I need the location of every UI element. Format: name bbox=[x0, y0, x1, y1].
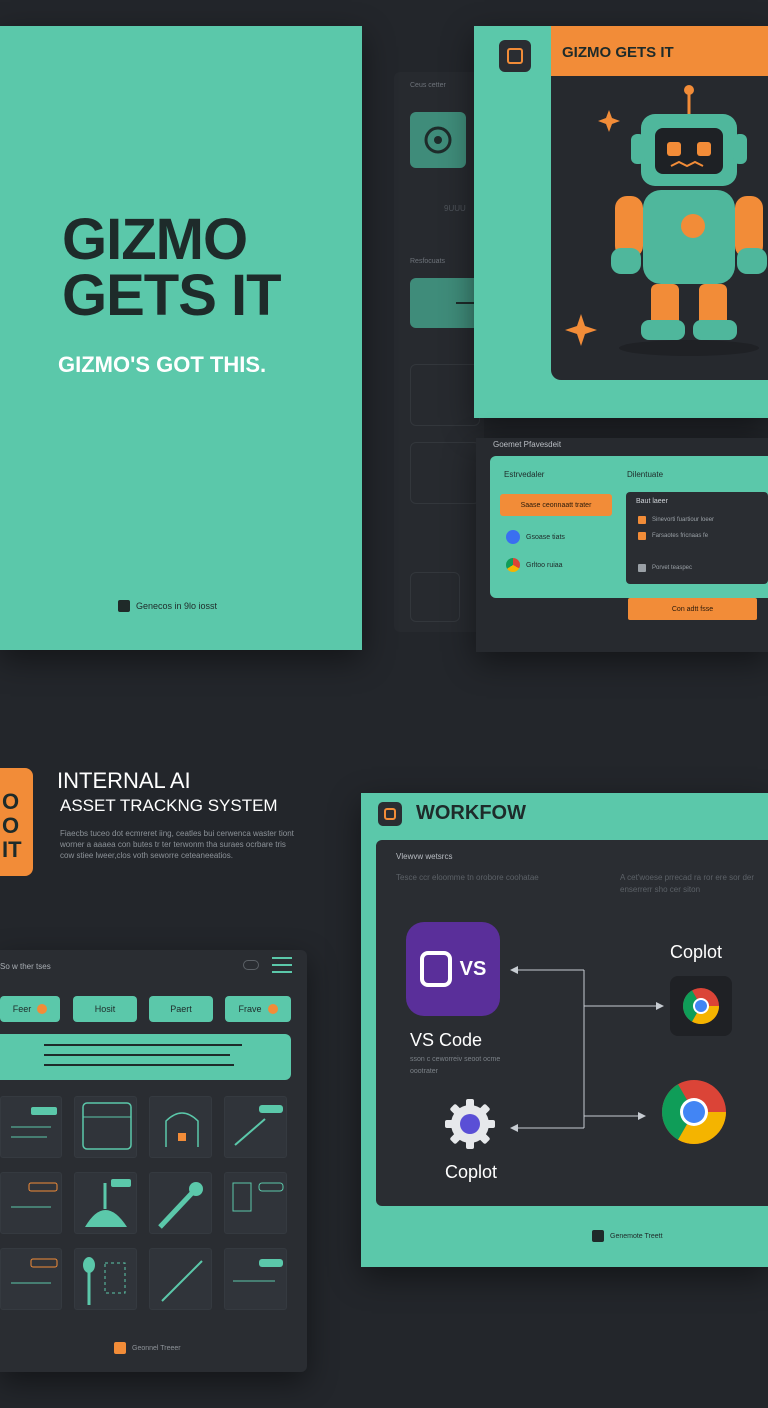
tab-label: Hosit bbox=[94, 1004, 116, 1014]
asset-footer: Geonnel Treeer bbox=[114, 1342, 181, 1354]
asset-tile[interactable] bbox=[149, 1248, 212, 1310]
cover-footer-text: Genecos in 9lo iosst bbox=[136, 601, 218, 611]
home-icon bbox=[114, 1342, 126, 1354]
asset-tile[interactable] bbox=[224, 1248, 287, 1310]
workflow-footer-text: Genemote Treett bbox=[610, 1232, 663, 1240]
config-label: Goemet Pfavesdeit bbox=[493, 440, 562, 449]
cover-footer: Genecos in 9lo iosst bbox=[118, 600, 217, 612]
list-item-label: Porvet teaspec bbox=[652, 565, 693, 571]
app-logo-icon bbox=[499, 40, 531, 72]
asset-logo-text: O O IT bbox=[2, 789, 22, 862]
ghost-subhead: Resfocuats bbox=[410, 258, 446, 265]
config-list-title: Baut laeer bbox=[636, 498, 668, 505]
chrome-tile[interactable] bbox=[670, 976, 732, 1036]
vscode-sublabel: sson c ceworreiv seoot ocme oootrater bbox=[410, 1056, 501, 1075]
chrome-icon bbox=[683, 988, 719, 1025]
tab-label: Paert bbox=[170, 1004, 192, 1014]
config-option-label: Gsoase tiats bbox=[526, 533, 565, 541]
briefcase-icon bbox=[118, 600, 130, 612]
tab-label: Frave bbox=[238, 1004, 262, 1014]
tab-hosit[interactable]: Hosit bbox=[73, 996, 137, 1022]
asset-logo: O O IT bbox=[0, 768, 33, 876]
vscode-icon[interactable]: VS bbox=[406, 922, 500, 1016]
asset-subtitle: ASSET TRACKNG SYSTEM bbox=[60, 796, 278, 815]
asset-tile[interactable] bbox=[74, 1248, 137, 1310]
vscode-icon bbox=[506, 530, 520, 544]
asset-tile[interactable] bbox=[0, 1172, 62, 1234]
status-dot-icon bbox=[37, 1004, 48, 1014]
ghost-app-icon bbox=[410, 112, 466, 168]
list-item[interactable]: Farsaotes fricnaas fe bbox=[638, 532, 708, 540]
config-option[interactable]: Grltoo ruiaa bbox=[506, 558, 563, 572]
ghost-button bbox=[410, 278, 480, 328]
file-icon bbox=[638, 564, 646, 572]
workflow-footer: Genemote Treett bbox=[592, 1230, 663, 1242]
asset-tile[interactable] bbox=[74, 1096, 137, 1158]
robot-icon bbox=[565, 85, 767, 356]
app-logo-icon bbox=[378, 802, 402, 826]
chrome-icon[interactable] bbox=[660, 1078, 728, 1146]
asset-tile[interactable] bbox=[149, 1172, 212, 1234]
asset-tile[interactable] bbox=[74, 1172, 137, 1234]
ghost-item-code: 9UUU bbox=[444, 204, 466, 213]
workflow-title: WORKFOW bbox=[416, 802, 526, 824]
file-icon bbox=[638, 532, 646, 540]
config-cta-button[interactable]: Con adtt fsse bbox=[628, 598, 757, 620]
asset-tile[interactable] bbox=[224, 1096, 287, 1158]
asset-tile[interactable] bbox=[0, 1248, 62, 1310]
asset-title: INTERNAL AI bbox=[57, 768, 191, 793]
cover-tagline: GIZMO'S GOT THIS. bbox=[58, 352, 267, 377]
background-panel: Ceus cetter 9UUU Resfocuats bbox=[394, 72, 484, 632]
chrome-icon bbox=[506, 558, 520, 572]
list-item-label: Sinevorti fuartiour loeer bbox=[652, 517, 715, 523]
list-item[interactable]: Porvet teaspec bbox=[638, 564, 692, 572]
gear-icon[interactable] bbox=[443, 1097, 497, 1151]
cover-card bbox=[0, 26, 362, 650]
asset-footer-text: Geonnel Treeer bbox=[132, 1344, 181, 1352]
config-sub-left: Estrvedaler bbox=[504, 470, 545, 479]
asset-tile[interactable] bbox=[0, 1096, 62, 1158]
ghost-panel-label: Ceus cetter bbox=[410, 82, 446, 89]
tab-paert[interactable]: Paert bbox=[149, 996, 213, 1022]
vs-badge-text: VS bbox=[459, 957, 487, 980]
status-dot-icon bbox=[267, 1004, 278, 1014]
tab-frave[interactable]: Frave bbox=[225, 996, 291, 1022]
config-option[interactable]: Gsoase tiats bbox=[506, 530, 565, 544]
asset-bar-title: So w ther tses bbox=[0, 962, 51, 971]
config-primary-button[interactable]: Saase ceonnaatt trater bbox=[500, 494, 612, 516]
menu-icon[interactable] bbox=[272, 957, 292, 973]
file-icon bbox=[638, 516, 646, 524]
home-icon bbox=[592, 1230, 604, 1242]
asset-search-bar[interactable] bbox=[0, 1034, 291, 1080]
asset-tile[interactable] bbox=[149, 1096, 212, 1158]
vscode-label: VS Code bbox=[410, 1030, 483, 1050]
config-option-label: Grltoo ruiaa bbox=[526, 561, 563, 569]
config-sub-right: Dilentuate bbox=[627, 470, 664, 479]
copilot-label: Coplot bbox=[445, 1162, 498, 1182]
hero-title: GIZMO GETS IT bbox=[562, 44, 674, 61]
copilot-label: Coplot bbox=[670, 942, 723, 962]
ghost-tile bbox=[410, 572, 460, 622]
gizmo-glyph-icon bbox=[419, 951, 452, 987]
tab-feer[interactable]: Feer bbox=[0, 996, 60, 1022]
ghost-tile bbox=[410, 442, 480, 504]
ghost-tile bbox=[410, 364, 480, 426]
asset-description: Fiaecbs tuceo dot ecmreret iing, ceatles… bbox=[60, 829, 294, 860]
asset-tile[interactable] bbox=[224, 1172, 287, 1234]
toggle-icon[interactable] bbox=[243, 960, 259, 970]
list-item[interactable]: Sinevorti fuartiour loeer bbox=[638, 516, 714, 524]
cover-title: GIZMO GETS IT bbox=[62, 207, 282, 328]
robot-illustration-panel bbox=[551, 76, 768, 380]
tab-label: Feer bbox=[12, 1004, 32, 1014]
list-item-label: Farsaotes fricnaas fe bbox=[652, 533, 709, 539]
